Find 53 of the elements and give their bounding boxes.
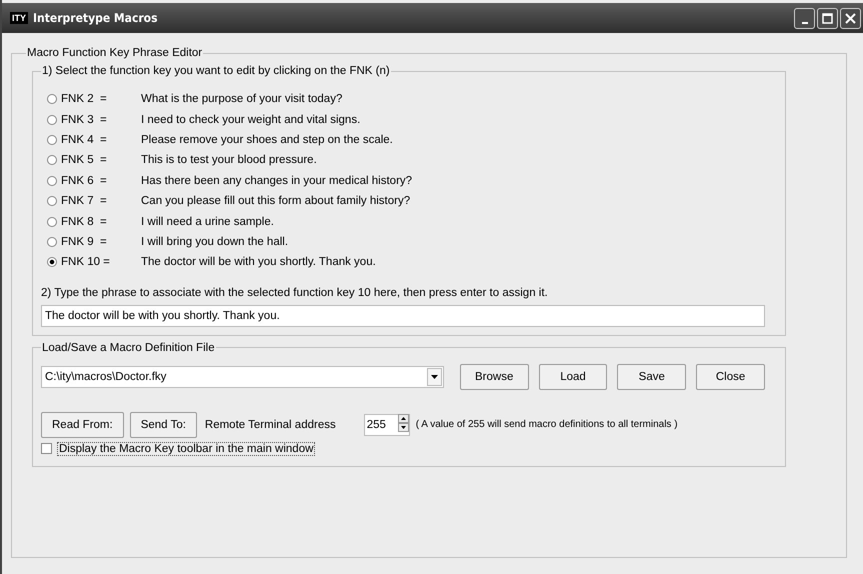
radio-button[interactable] (47, 236, 57, 247)
read-from-button[interactable]: Read From: (41, 412, 124, 438)
phrase-text: This is to test your blood pressure. (141, 154, 317, 166)
close-icon (845, 12, 856, 24)
instruction-text: 2) Type the phrase to associate with the selected function key 10 here, then press enter to assign it. (41, 286, 549, 299)
phrase-text: I need to check your weight and vital signs. (141, 114, 360, 126)
close-button[interactable] (840, 8, 861, 28)
radio-button[interactable] (47, 94, 57, 104)
phrase-text: I will need a urine sample. (141, 216, 274, 228)
file-path-dropdown[interactable]: C:\ity\macros\Doctor.fky (41, 366, 444, 388)
toolbar-checkbox[interactable]: Display the Macro Key toolbar in the main window (41, 442, 765, 456)
phrase-text: Please remove your shoes and step on the scale. (141, 134, 393, 146)
radio-button[interactable] (47, 216, 57, 227)
maximize-button[interactable] (817, 8, 838, 28)
phrase-text: The doctor will be with you shortly. Thank you. (141, 256, 376, 268)
file-action-button[interactable]: Save (617, 364, 686, 390)
radio-button[interactable] (47, 114, 57, 125)
spinner-arrows-icon (398, 414, 409, 432)
function-key-label[interactable]: FNK 9 = (61, 236, 107, 248)
file-action-button[interactable]: Close (696, 364, 765, 390)
phrase-text: What is the purpose of your visit today? (141, 93, 342, 106)
function-key-label[interactable]: FNK 4 = (61, 134, 107, 146)
group-title: Load/Save a Macro Definition File (41, 342, 216, 354)
function-key-label[interactable]: FNK 7 = (61, 195, 107, 208)
radio-button[interactable] (47, 257, 57, 268)
address-label: Remote Terminal address (204, 418, 336, 431)
phrase-input-field[interactable]: The doctor will be with you shortly. Thank you. (41, 304, 765, 327)
radio-button[interactable] (47, 196, 57, 206)
group-title: 1) Select the function key you want to edit by clicking on the FNK (n) (41, 65, 391, 77)
radio-button[interactable] (47, 155, 57, 166)
function-key-label[interactable]: FNK 10 = (61, 256, 110, 268)
file-action-button[interactable]: Load (538, 364, 608, 390)
dropdown-caret-icon (430, 374, 438, 379)
radio-button[interactable] (47, 134, 57, 145)
minimize-icon (802, 22, 808, 24)
file-action-button[interactable]: Browse (460, 364, 529, 390)
radio-button[interactable] (47, 176, 57, 186)
function-key-label[interactable]: FNK 2 = (61, 93, 107, 106)
function-key-label[interactable]: FNK 5 = (61, 154, 107, 166)
function-key-label[interactable]: FNK 3 = (61, 114, 107, 126)
group-title: Macro Function Key Phrase Editor (26, 47, 204, 59)
maximize-icon (822, 12, 833, 24)
phrase-text: Can you please fill out this form about family history? (141, 195, 410, 208)
function-key-label[interactable]: FNK 8 = (61, 216, 107, 228)
send-to-button[interactable]: Send To: (130, 412, 197, 438)
app-icon: ITY (10, 12, 28, 24)
window-title: Interpretype Macros (33, 11, 159, 25)
address-spinner[interactable]: 255 (364, 414, 410, 436)
address-note: ( A value of 255 will send macro definitions to all terminals ) (416, 419, 678, 430)
minimize-button[interactable] (794, 8, 815, 28)
function-key-label[interactable]: FNK 6 = (61, 174, 107, 187)
phrase-text: I will bring you down the hall. (141, 236, 288, 248)
phrase-text: Has there been any changes in your medical history? (141, 174, 412, 187)
